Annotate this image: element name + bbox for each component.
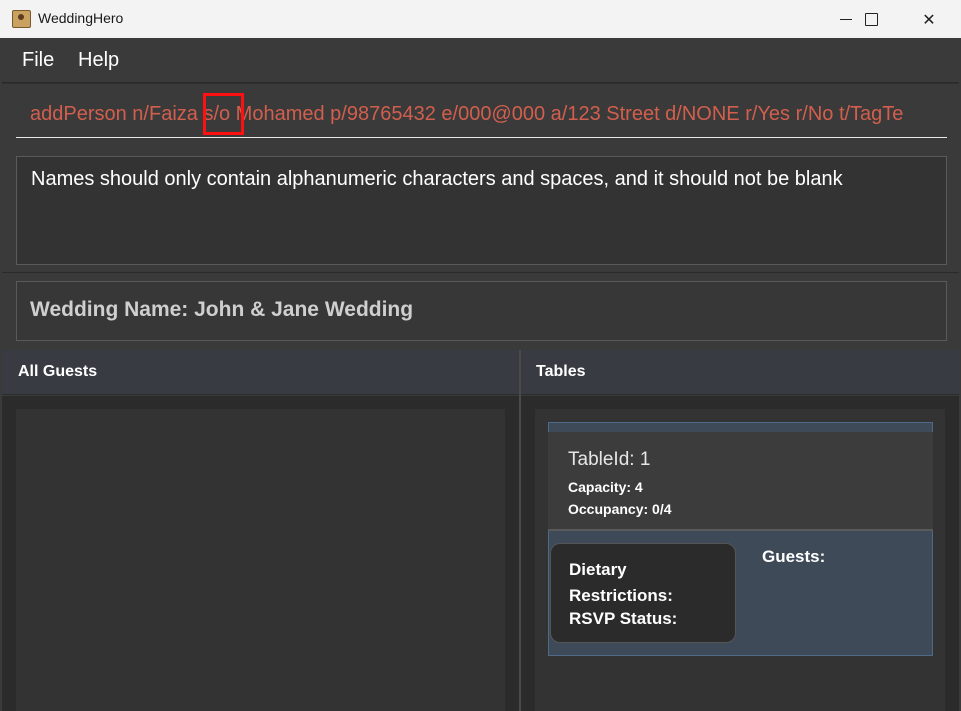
table-guests-label: Guests: — [762, 547, 826, 566]
table-capacity: Capacity: 4 — [568, 479, 643, 495]
command-input[interactable] — [16, 90, 947, 138]
menu-help[interactable]: Help — [78, 49, 119, 72]
wedding-name: Wedding Name: John & Jane Wedding — [30, 298, 414, 321]
dietary-restrictions-label: Dietary Restrictions: — [569, 560, 673, 605]
menu-file[interactable]: File — [22, 49, 54, 72]
error-highlight-box — [203, 93, 244, 135]
close-button[interactable]: ✕ — [906, 0, 952, 38]
rsvp-status-label: RSVP Status: — [569, 609, 678, 628]
maximize-button[interactable] — [848, 0, 894, 38]
menu-bar: File Help — [2, 38, 959, 83]
result-message: Names should only contain alphanumeric c… — [31, 168, 843, 190]
table-id: TableId: 1 — [568, 449, 651, 470]
app-logo-icon — [12, 10, 31, 28]
table-occupancy: Occupancy: 0/4 — [568, 501, 672, 517]
close-icon: ✕ — [922, 9, 936, 29]
window-title: WeddingHero — [38, 10, 124, 26]
tables-panel-header — [521, 350, 959, 395]
guests-panel-title: All Guests — [18, 363, 98, 380]
tables-panel-title: Tables — [536, 363, 586, 380]
guest-list[interactable] — [16, 409, 505, 711]
maximize-icon — [864, 12, 878, 26]
window-title-bar: WeddingHero ✕ — [0, 0, 961, 38]
